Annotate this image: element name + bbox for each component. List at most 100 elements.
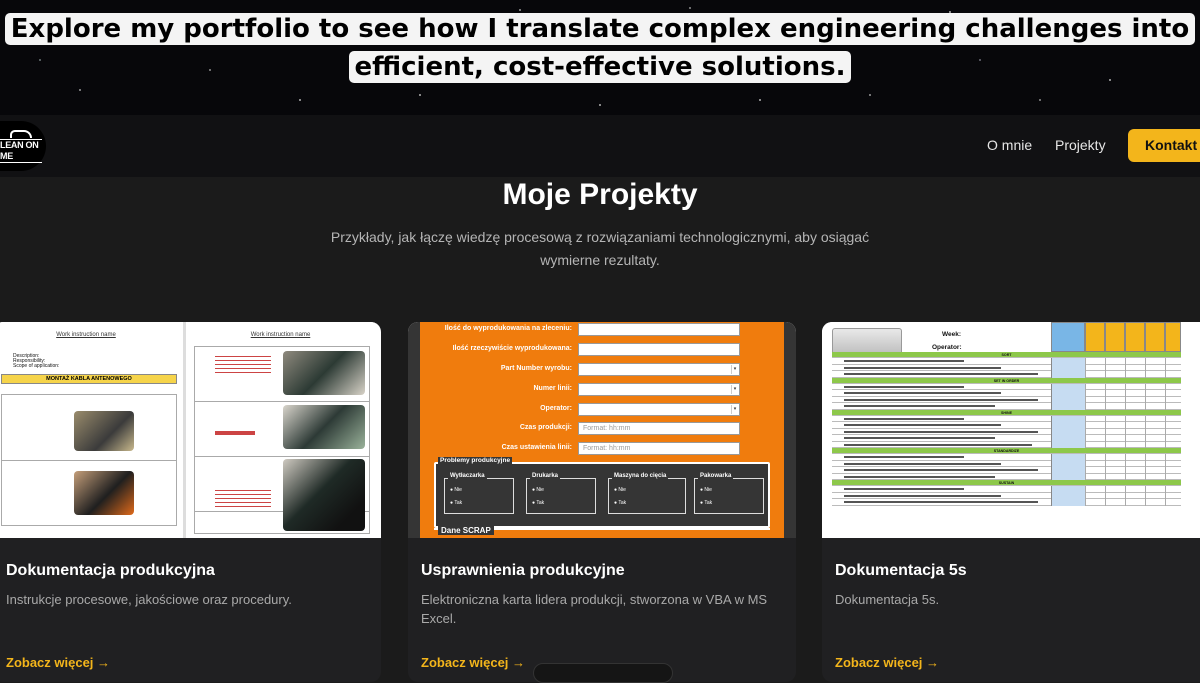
tool-photo: [283, 351, 365, 395]
grid-line: [1125, 499, 1126, 506]
logo-text: LEAN ON ME: [0, 138, 42, 163]
day-header: [1125, 322, 1145, 352]
nav-link-projects[interactable]: Projekty: [1055, 137, 1106, 153]
overlay-caption: Explore my portfolio to see how I transl…: [0, 10, 1200, 86]
project-card-5s[interactable]: Week: Operator: SORT SET IN ORDER SHINE STA…: [822, 322, 1200, 682]
checklist-rows: SORT SET IN ORDER SHINE STANDARDIZE SUSTAIN: [832, 352, 1181, 520]
radio-option: ● Nie: [700, 487, 712, 493]
project-card-improvements[interactable]: Ilość do wyprodukowania na zleceniu: Ilo…: [408, 322, 796, 682]
field-input: [578, 343, 740, 356]
grid-line: [1085, 499, 1086, 506]
radio-label: Tak: [618, 500, 627, 506]
scrap-panel-label: Dane SCRAP: [438, 526, 494, 535]
field-label: Ilość do wyprodukowania na zleceniu:: [444, 325, 572, 332]
floating-pill: [533, 663, 673, 683]
grid-line: [1145, 499, 1146, 506]
problem-group: [608, 478, 686, 514]
form-row: Czas ustawienia linii: Format: hh:mm: [420, 441, 784, 457]
red-text-note: [215, 353, 271, 375]
doc-meta-line: Scope of application:: [13, 363, 60, 369]
problem-group-label: Pakowarka: [698, 473, 734, 479]
radio-label: Nie: [704, 487, 712, 493]
row-text: [844, 398, 1038, 401]
project-thumbnail: Week: Operator: SORT SET IN ORDER SHINE STA…: [822, 322, 1200, 538]
operator-label: Operator:: [932, 344, 962, 351]
card-description: Instrukcje procesowe, jakościowe oraz pr…: [6, 592, 292, 607]
field-dropdown: ▾: [578, 403, 740, 416]
row-text: [844, 475, 995, 478]
nav-link-about[interactable]: O mnie: [987, 137, 1032, 153]
contact-button[interactable]: Kontakt: [1128, 129, 1200, 162]
form-row: Operator: ▾: [420, 402, 784, 418]
section-subtitle: Przykłady, jak łączę wiedzę procesową z …: [330, 229, 870, 268]
day-header: [1105, 322, 1125, 352]
card-title: Usprawnienia produkcyjne: [421, 562, 625, 579]
caption-line-2: efficient, cost-effective solutions.: [348, 51, 852, 83]
problem-group-label: Maszyna do cięcia: [612, 473, 669, 479]
form-row: Ilość do wyprodukowania na zleceniu:: [420, 322, 784, 338]
checklist-row: [832, 499, 1181, 506]
radio-option: ● Tak: [450, 500, 463, 506]
see-more-link[interactable]: Zobacz więcej →: [421, 655, 525, 670]
tool-photo: [74, 411, 134, 451]
form-row: Czas produkcji: Format: hh:mm: [420, 421, 784, 437]
day-header: [1085, 322, 1105, 352]
problem-group-label: Wytłaczarka: [448, 473, 487, 479]
see-more-link[interactable]: Zobacz więcej →: [6, 655, 110, 670]
row-text: [844, 494, 1001, 497]
card-title: Dokumentacja 5s: [835, 562, 967, 579]
tool-photo: [283, 459, 365, 531]
tool-photo: [74, 471, 134, 515]
field-label: Part Number wyrobu:: [500, 365, 572, 372]
radio-label: Tak: [454, 500, 463, 506]
field-dropdown: ▾: [578, 383, 740, 396]
row-text: [844, 501, 1038, 504]
work-instruction-page: Work instruction name: [183, 322, 375, 538]
row-text: [844, 456, 964, 459]
doc-header: Work instruction name: [250, 332, 311, 338]
row-text: [844, 360, 964, 363]
radio-option: ● Nie: [614, 487, 626, 493]
section-title: Moje Projekty: [502, 178, 698, 211]
row-text: [844, 430, 1038, 433]
doc-yellow-bar: MONTAŻ KABLA ANTENOWEGO: [1, 374, 177, 384]
red-text-note: [215, 487, 271, 509]
row-text: [844, 462, 1001, 465]
dropdown-arrow-icon: ▾: [731, 405, 738, 414]
form-row: Numer linii: ▾: [420, 382, 784, 398]
radio-option: ● Tak: [532, 500, 545, 506]
card-description: Elektroniczna karta lidera produkcji, st…: [421, 592, 768, 626]
navbar: LEAN ON ME O mnie Projekty Kontakt: [0, 115, 1200, 177]
day-header: [1145, 322, 1165, 352]
row-text: [844, 392, 1001, 395]
row-text: [844, 405, 995, 408]
week-label: Week:: [942, 331, 962, 338]
dropdown-arrow-icon: ▾: [731, 385, 738, 394]
see-more-link[interactable]: Zobacz więcej →: [835, 655, 939, 670]
dropdown-arrow-icon: ▾: [731, 365, 738, 374]
logo[interactable]: LEAN ON ME: [0, 121, 46, 171]
field-label: Czas ustawienia linii:: [501, 444, 572, 451]
5s-checklist: Week: Operator: SORT SET IN ORDER SHINE STA…: [822, 322, 1200, 538]
radio-option: ● Tak: [614, 500, 627, 506]
radio-label: Nie: [618, 487, 626, 493]
radio-option: ● Tak: [700, 500, 713, 506]
row-text: [844, 386, 964, 388]
tool-photo: [283, 405, 365, 449]
row-text: [844, 443, 1032, 446]
grid-line: [1165, 499, 1166, 506]
vba-form: Ilość do wyprodukowania na zleceniu: Ilo…: [408, 322, 796, 538]
row-text: [844, 469, 1038, 472]
project-card-documentation[interactable]: Work instruction name Description: Respo…: [0, 322, 381, 682]
frequency-header: [1051, 322, 1085, 352]
grid-line: [1105, 499, 1106, 506]
field-label: Operator:: [540, 405, 572, 412]
day-header: [1165, 322, 1181, 352]
doc-meta: Description: Responsibility: Scope of ap…: [13, 354, 59, 369]
field-label: Numer linii:: [533, 385, 572, 392]
doc-table: [194, 346, 370, 534]
card-description: Dokumentacja 5s.: [835, 592, 940, 607]
field-input: Format: hh:mm: [578, 422, 740, 435]
project-thumbnail: Work instruction name Description: Respo…: [0, 322, 381, 538]
row-text: [844, 418, 964, 420]
